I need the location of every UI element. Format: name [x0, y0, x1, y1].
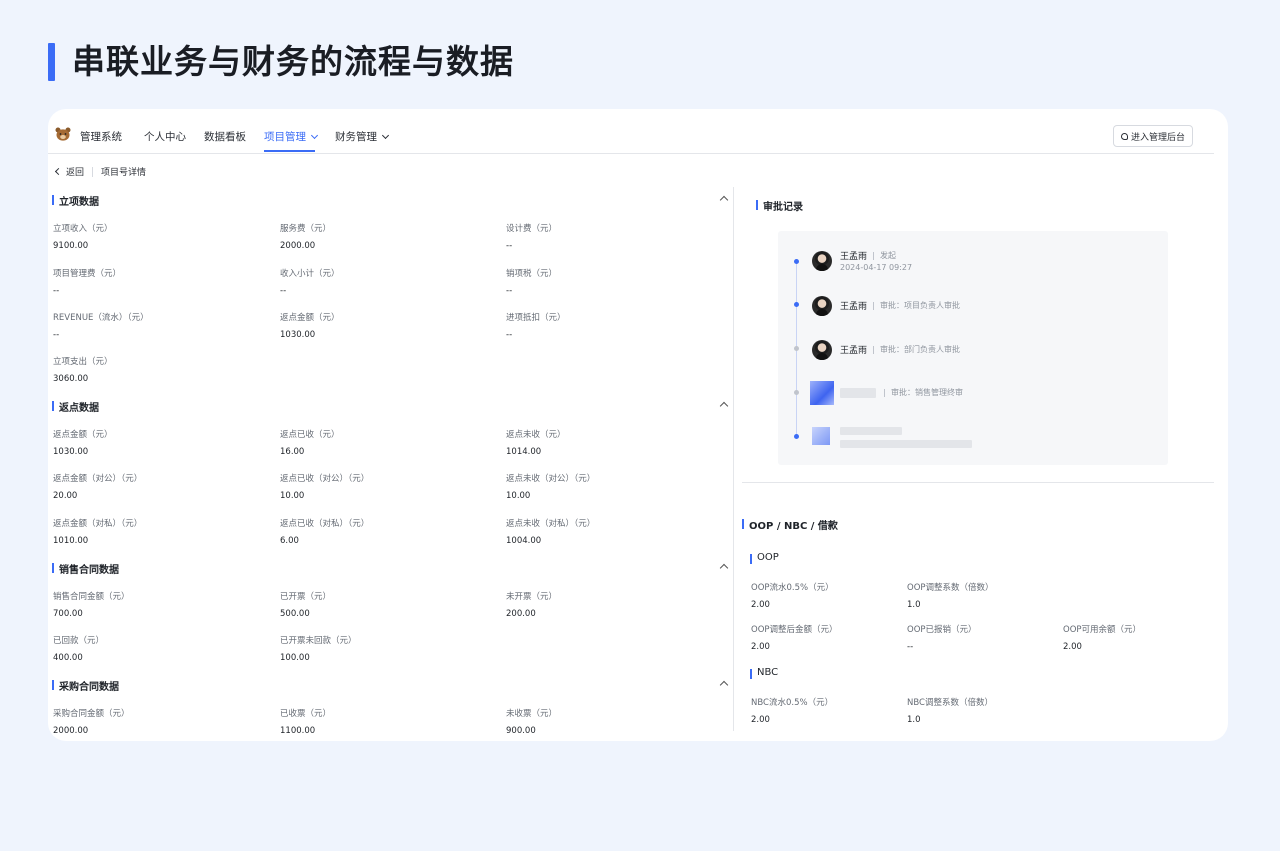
field: OOP调整后金额（元） 2.00	[751, 625, 838, 652]
field: 未收票（元） 900.00	[506, 709, 558, 736]
field: 返点未收（元） 1014.00	[506, 430, 566, 457]
chevron-down-icon	[310, 131, 319, 140]
field: 返点金额（对公）（元） 20.00	[53, 474, 143, 501]
collapse-chevron-icon[interactable]	[719, 563, 729, 573]
field: 已开票（元） 500.00	[280, 592, 332, 619]
field: 已收票（元） 1100.00	[280, 709, 332, 736]
field: 销项税（元） --	[506, 269, 558, 296]
approver-row: 王孟雨 发起	[840, 251, 897, 262]
section-title-sales: 销售合同数据	[52, 561, 119, 576]
field: 返点金额（元） 1030.00	[280, 313, 340, 340]
hero-accent-bar	[48, 43, 55, 81]
nbc-subtitle: NBC	[750, 667, 778, 679]
field: 返点未收（对公）（元） 10.00	[506, 474, 596, 501]
field: OOP调整系数（倍数） 1.0	[907, 583, 994, 610]
blurred-time	[840, 440, 972, 448]
field: 设计费（元） --	[506, 224, 558, 251]
blurred-avatar	[812, 427, 830, 445]
section-title-project: 立项数据	[52, 193, 99, 208]
field: 立项支出（元） 3060.00	[53, 357, 113, 384]
admin-icon	[1120, 132, 1128, 140]
section-title-rebate: 返点数据	[52, 399, 99, 414]
field: 立项收入（元） 9100.00	[53, 224, 113, 251]
nav-item-personal[interactable]: 个人中心	[144, 129, 186, 144]
oop-section-title: OOP / NBC / 借款	[742, 517, 838, 532]
side-panel: 审批记录 王孟雨 发起 2024-04-17 09:27 王孟雨 审批：项目负责人审…	[734, 187, 1214, 741]
field: 未开票（元） 200.00	[506, 592, 558, 619]
brand-name: 管理系统	[80, 131, 122, 143]
approval-time: 2024-04-17 09:27	[840, 263, 913, 272]
detail-panel: 立项数据 立项收入（元） 9100.00 服务费（元） 2000.00 设计费（元）…	[48, 187, 733, 741]
timeline-dot	[794, 302, 799, 307]
blurred-name	[840, 427, 902, 435]
field: OOP已报销（元） --	[907, 625, 977, 652]
approval-timeline: 王孟雨 发起 2024-04-17 09:27 王孟雨 审批：项目负责人审批 王孟雨…	[778, 231, 1168, 465]
field: 返点已收（元） 16.00	[280, 430, 340, 457]
approver-row: 王孟雨 审批：部门负责人审批	[840, 345, 961, 356]
app-window: 管理系统 个人中心 数据看板 项目管理 财务管理 进入管理后台 返回 项目号详情…	[48, 109, 1228, 741]
field: 已开票未回款（元） 100.00	[280, 636, 357, 663]
collapse-chevron-icon[interactable]	[719, 195, 729, 205]
admin-button[interactable]: 进入管理后台	[1113, 125, 1193, 147]
nav-item-finance[interactable]: 财务管理	[335, 129, 390, 144]
collapse-chevron-icon[interactable]	[719, 401, 729, 411]
field: 已回款（元） 400.00	[53, 636, 105, 663]
approver-row: 王孟雨 审批：项目负责人审批	[840, 301, 961, 312]
nav-item-project[interactable]: 项目管理	[264, 129, 319, 144]
back-link[interactable]: 返回	[66, 165, 84, 178]
field: 收入小计（元） --	[280, 269, 340, 296]
approver-row: 审批：销售管理终审	[884, 387, 963, 398]
section-title-purchase: 采购合同数据	[52, 678, 119, 693]
nav-item-dashboard[interactable]: 数据看板	[204, 129, 246, 144]
field: REVENUE（流水）（元） --	[53, 313, 149, 340]
blurred-avatar	[810, 381, 834, 405]
field: 返点未收（对私）（元） 1004.00	[506, 519, 596, 546]
active-tab-indicator	[264, 150, 315, 152]
approval-title: 审批记录	[756, 198, 803, 213]
field: 返点金额（元） 1030.00	[53, 430, 113, 457]
hero-title: 串联业务与财务的流程与数据	[72, 42, 514, 81]
breadcrumb-separator	[92, 166, 94, 177]
field: 采购合同金额（元） 2000.00	[53, 709, 130, 736]
section-divider	[742, 482, 1214, 483]
timeline-dot	[794, 346, 799, 351]
blurred-name	[840, 388, 876, 398]
collapse-chevron-icon[interactable]	[719, 680, 729, 690]
timeline-dot	[794, 434, 799, 439]
oop-subtitle: OOP	[750, 552, 779, 564]
field: OOP流水0.5%（元） 2.00	[751, 583, 834, 610]
top-nav: 管理系统 个人中心 数据看板 项目管理 财务管理 进入管理后台	[48, 109, 1214, 154]
field: 返点金额（对私）（元） 1010.00	[53, 519, 143, 546]
field: 项目管理费（元） --	[53, 269, 122, 296]
timeline-dot	[794, 259, 799, 264]
field: 销售合同金额（元） 700.00	[53, 592, 130, 619]
breadcrumb: 返回 项目号详情	[54, 165, 147, 178]
bear-logo-icon	[55, 127, 71, 141]
timeline-dot	[794, 390, 799, 395]
avatar	[812, 251, 832, 271]
chevron-left-icon[interactable]	[54, 167, 63, 176]
field: 返点已收（对公）（元） 10.00	[280, 474, 370, 501]
avatar	[812, 340, 832, 360]
field: NBC调整系数（倍数） 1.0	[907, 698, 993, 725]
field: 返点已收（对私）（元） 6.00	[280, 519, 370, 546]
field: 进项抵扣（元） --	[506, 313, 566, 340]
field: NBC流水0.5%（元） 2.00	[751, 698, 834, 725]
chevron-down-icon	[381, 131, 390, 140]
breadcrumb-current: 项目号详情	[101, 168, 147, 178]
field: OOP可用余额（元） 2.00	[1063, 625, 1142, 652]
avatar	[812, 296, 832, 316]
field: 服务费（元） 2000.00	[280, 224, 332, 251]
